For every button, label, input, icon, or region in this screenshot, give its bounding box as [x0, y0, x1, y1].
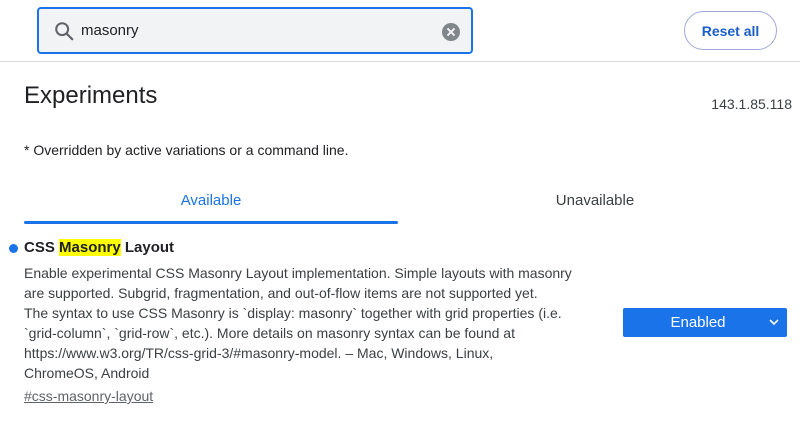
- override-note: * Overridden by active variations or a c…: [24, 142, 349, 158]
- select-value: Enabled: [670, 314, 726, 331]
- clear-icon[interactable]: [442, 23, 460, 41]
- experiment-state-select[interactable]: Enabled: [623, 308, 787, 337]
- search-input[interactable]: masonry: [37, 7, 473, 54]
- title-part: Layout: [120, 239, 175, 256]
- reset-all-button[interactable]: Reset all: [684, 11, 777, 50]
- description-line: are supported. Subgrid, fragmentation, a…: [24, 285, 538, 301]
- search-highlight: Masonry: [59, 239, 121, 256]
- experiment-anchor-link[interactable]: #css-masonry-layout: [24, 388, 153, 404]
- page-title: Experiments: [24, 82, 158, 109]
- experiment-description: Enable experimental CSS Masonry Layout i…: [24, 263, 614, 383]
- version-label: 143.1.85.118: [711, 96, 792, 112]
- experiment-title: CSS Masonry Layout: [24, 239, 174, 256]
- description-line: ChromeOS, Android: [24, 365, 150, 381]
- description-line: `grid-column`, `grid-row`, etc.). More d…: [24, 325, 515, 341]
- search-icon: [55, 22, 74, 41]
- description-line: Enable experimental CSS Masonry Layout i…: [24, 265, 572, 281]
- tab-available[interactable]: Available: [24, 178, 398, 222]
- search-value: masonry: [81, 22, 139, 39]
- tab-unavailable[interactable]: Unavailable: [424, 178, 766, 222]
- modified-dot-icon: [9, 244, 18, 253]
- title-part: CSS: [24, 239, 60, 256]
- chevron-down-icon: [769, 319, 779, 326]
- tab-bar: Available Unavailable: [24, 178, 800, 224]
- description-line: The syntax to use CSS Masonry is `displa…: [24, 305, 562, 321]
- description-line: https://www.w3.org/TR/css-grid-3/#masonr…: [24, 345, 494, 361]
- header-bar: masonry Reset all: [0, 0, 800, 62]
- tab-indicator: [24, 221, 398, 224]
